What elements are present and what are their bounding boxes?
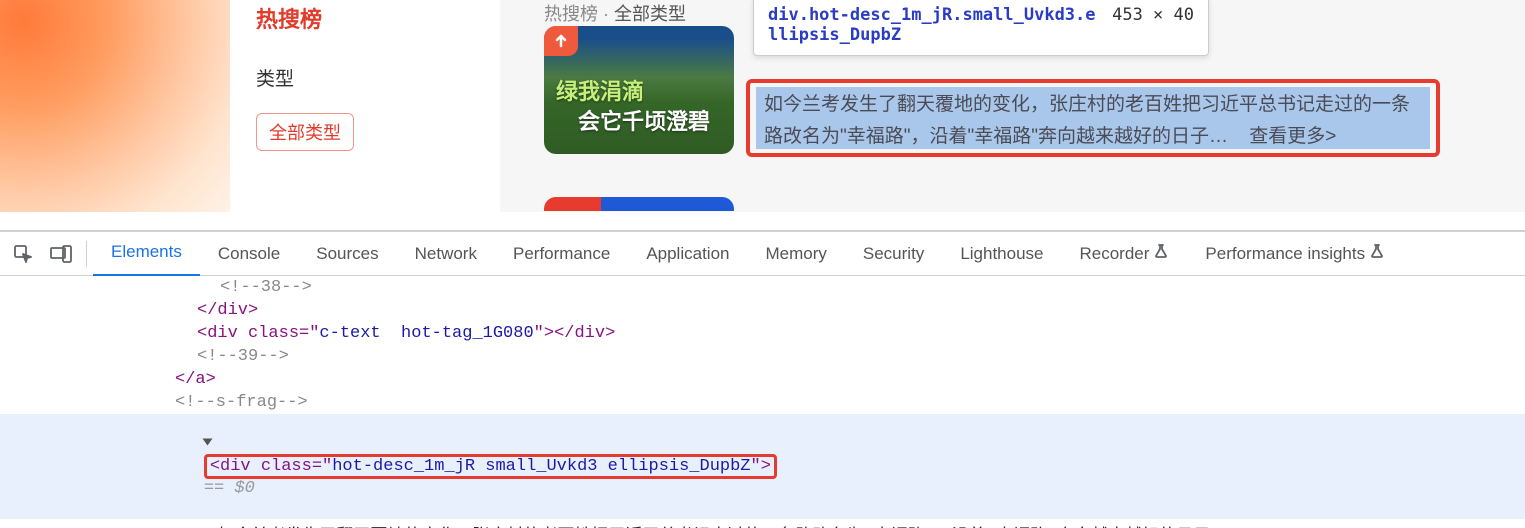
dom-node-comment-39[interactable]: <!--39--> xyxy=(0,345,1525,368)
read-more-link[interactable]: 查看更多> xyxy=(1249,126,1336,147)
content-area: 热搜榜 · 全部类型 绿我涓滴 会它千顷澄碧 div.hot-desc_1m_j… xyxy=(530,0,1525,212)
dom-text-node-description[interactable]: " 如今兰考发生了翻天覆地的变化，张庄村的老百姓把习近平总书记走过的一条路改名为… xyxy=(0,519,1525,528)
selected-node-indicator: == $0 xyxy=(204,479,255,498)
dom-node-sfrag-comment[interactable]: <!--s-frag--> xyxy=(0,391,1525,414)
sidebar: 热搜榜 类型 全部类型 xyxy=(230,0,500,212)
breadcrumb-current: 全部类型 xyxy=(614,4,686,24)
devtools-elements-panel[interactable]: <!--38--> </div> <div class="c-text hot-… xyxy=(0,276,1525,528)
sidebar-chip-all-types[interactable]: 全部类型 xyxy=(256,113,354,151)
disclosure-triangle-icon[interactable] xyxy=(202,439,212,446)
sidebar-section-label: 类型 xyxy=(256,64,474,91)
tab-security[interactable]: Security xyxy=(845,231,942,277)
news-card-1[interactable]: 绿我涓滴 会它千顷澄碧 xyxy=(544,26,734,154)
tab-recorder[interactable]: Recorder xyxy=(1062,231,1188,277)
tab-console[interactable]: Console xyxy=(200,231,298,277)
news-card-2-peek[interactable] xyxy=(544,197,734,211)
tab-sources[interactable]: Sources xyxy=(298,231,396,277)
beaker-icon xyxy=(1153,243,1169,264)
dom-node-close-a[interactable]: </a> xyxy=(0,368,1525,391)
sidebar-tab-title[interactable]: 热搜榜 xyxy=(256,0,474,34)
beaker-icon xyxy=(1369,243,1385,264)
devtools-element-tooltip: div.hot-desc_1m_jR.small_Uvkd3.ellipsis_… xyxy=(753,0,1209,56)
tab-elements[interactable]: Elements xyxy=(93,231,200,277)
tab-performance[interactable]: Performance xyxy=(495,231,628,277)
tooltip-selector: div.hot-desc_1m_jR.small_Uvkd3.ellipsis_… xyxy=(768,5,1098,45)
card-title-line2: 会它千顷澄碧 xyxy=(578,104,710,136)
tab-performance-insights[interactable]: Performance insights xyxy=(1187,231,1403,277)
tab-application[interactable]: Application xyxy=(628,231,747,277)
page-top-area: 热搜榜 类型 全部类型 热搜榜 · 全部类型 绿我涓滴 会它千顷澄碧 div.h… xyxy=(0,0,1525,212)
tab-lighthouse[interactable]: Lighthouse xyxy=(942,231,1061,277)
dom-node-selected-hot-desc[interactable]: <div class="hot-desc_1m_jR small_Uvkd3 e… xyxy=(0,414,1525,519)
dom-node-ctext-div[interactable]: <div class="c-text hot-tag_1G080"></div> xyxy=(0,322,1525,345)
card-title-line1: 绿我涓滴 xyxy=(556,74,644,106)
devtools-toolbar: Elements Console Sources Network Perform… xyxy=(0,230,1525,276)
inspected-element-highlight: 如今兰考发生了翻天覆地的变化，张庄村的老百姓把习近平总书记走过的一条路改名为"幸… xyxy=(746,79,1440,157)
dom-node-comment-38[interactable]: <!--38--> xyxy=(0,276,1525,299)
tab-network[interactable]: Network xyxy=(397,231,495,277)
device-toolbar-icon[interactable] xyxy=(46,239,76,269)
inspected-element-content[interactable]: 如今兰考发生了翻天覆地的变化，张庄村的老百姓把习近平总书记走过的一条路改名为"幸… xyxy=(756,87,1430,149)
tab-recorder-label: Recorder xyxy=(1080,244,1150,264)
tooltip-dimensions: 453 × 40 xyxy=(1112,5,1194,25)
toolbar-divider xyxy=(86,241,87,267)
annotation-highlight-box: <div class="hot-desc_1m_jR small_Uvkd3 e… xyxy=(204,454,777,479)
orange-gradient-bg xyxy=(0,0,230,212)
trending-up-icon xyxy=(544,26,578,56)
dom-node-close-div[interactable]: </div> xyxy=(0,299,1525,322)
tab-perf-insights-label: Performance insights xyxy=(1205,244,1365,264)
inspect-element-icon[interactable] xyxy=(8,239,38,269)
tab-memory[interactable]: Memory xyxy=(747,231,844,277)
